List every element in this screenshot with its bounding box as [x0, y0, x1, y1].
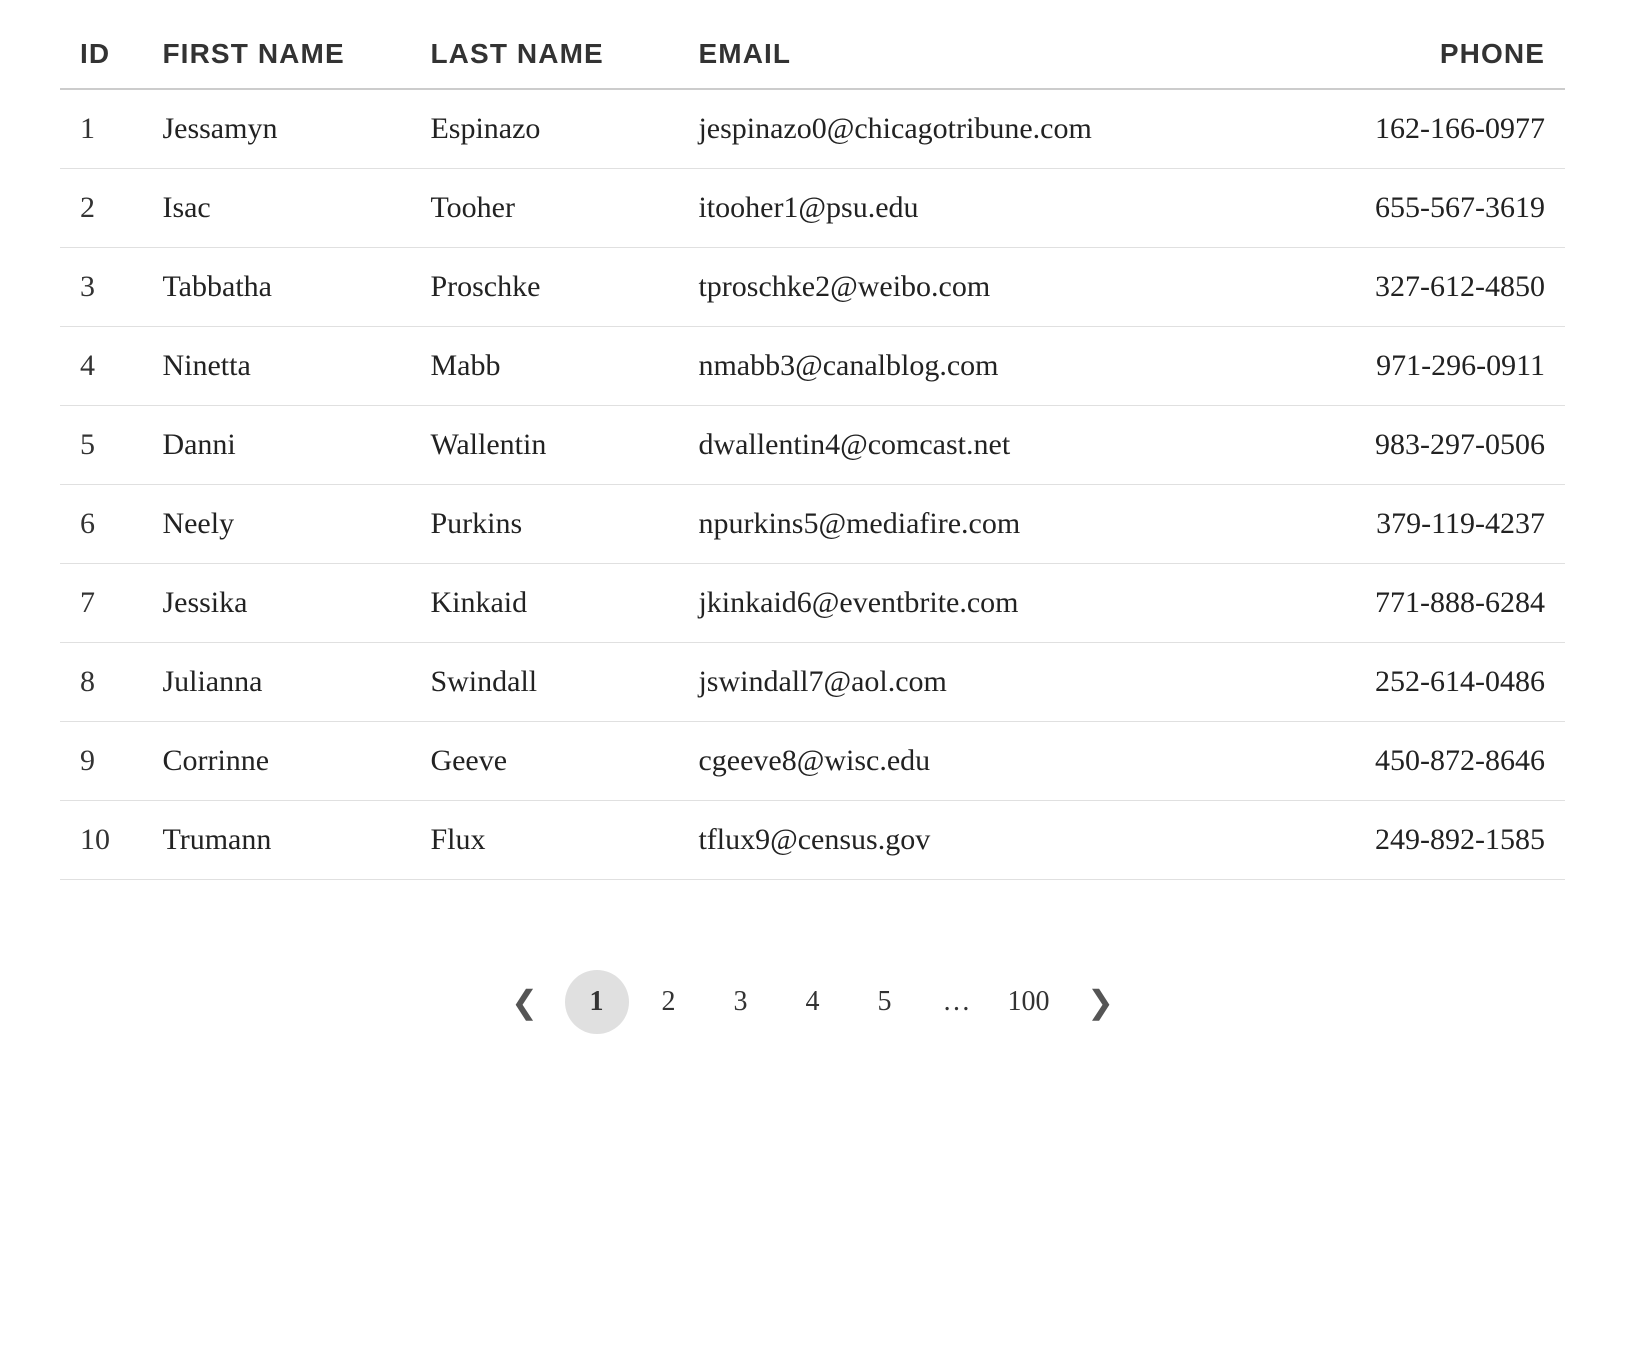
table-row: 10TrumannFluxtflux9@census.gov249-892-15…	[60, 801, 1565, 880]
table-row: 9CorrinneGeevecgeeve8@wisc.edu450-872-86…	[60, 722, 1565, 801]
table-row: 6NeelyPurkinsnpurkins5@mediafire.com379-…	[60, 485, 1565, 564]
cell-email: cgeeve8@wisc.edu	[678, 722, 1296, 801]
cell-email: tflux9@census.gov	[678, 801, 1296, 880]
col-header-firstname: FIRST NAME	[142, 20, 410, 89]
cell-lastname: Espinazo	[410, 89, 678, 169]
cell-email: dwallentin4@comcast.net	[678, 406, 1296, 485]
cell-lastname: Wallentin	[410, 406, 678, 485]
cell-phone: 162-166-0977	[1297, 89, 1565, 169]
table-row: 7JessikaKinkaidjkinkaid6@eventbrite.com7…	[60, 564, 1565, 643]
page-100-button[interactable]: 100	[997, 970, 1061, 1034]
table-row: 1JessamynEspinazojespinazo0@chicagotribu…	[60, 89, 1565, 169]
table-row: 8JuliannaSwindalljswindall7@aol.com252-6…	[60, 643, 1565, 722]
col-header-lastname: LAST NAME	[410, 20, 678, 89]
page-3-button[interactable]: 3	[709, 970, 773, 1034]
cell-firstname: Jessika	[142, 564, 410, 643]
cell-email: nmabb3@canalblog.com	[678, 327, 1296, 406]
pagination-ellipsis: …	[925, 970, 989, 1034]
cell-firstname: Trumann	[142, 801, 410, 880]
col-header-phone: PHONE	[1297, 20, 1565, 89]
page-1-button[interactable]: 1	[565, 970, 629, 1034]
cell-phone: 983-297-0506	[1297, 406, 1565, 485]
cell-id: 3	[60, 248, 142, 327]
cell-lastname: Swindall	[410, 643, 678, 722]
cell-email: itooher1@psu.edu	[678, 169, 1296, 248]
page-2-button[interactable]: 2	[637, 970, 701, 1034]
cell-firstname: Neely	[142, 485, 410, 564]
cell-phone: 771-888-6284	[1297, 564, 1565, 643]
cell-firstname: Julianna	[142, 643, 410, 722]
cell-lastname: Mabb	[410, 327, 678, 406]
cell-lastname: Kinkaid	[410, 564, 678, 643]
cell-lastname: Tooher	[410, 169, 678, 248]
cell-id: 4	[60, 327, 142, 406]
cell-lastname: Proschke	[410, 248, 678, 327]
cell-id: 5	[60, 406, 142, 485]
cell-phone: 252-614-0486	[1297, 643, 1565, 722]
cell-lastname: Flux	[410, 801, 678, 880]
cell-phone: 379-119-4237	[1297, 485, 1565, 564]
cell-firstname: Danni	[142, 406, 410, 485]
cell-phone: 971-296-0911	[1297, 327, 1565, 406]
cell-lastname: Geeve	[410, 722, 678, 801]
cell-id: 9	[60, 722, 142, 801]
col-header-email: EMAIL	[678, 20, 1296, 89]
cell-email: npurkins5@mediafire.com	[678, 485, 1296, 564]
cell-email: tproschke2@weibo.com	[678, 248, 1296, 327]
next-page-button[interactable]: ❯	[1069, 970, 1133, 1034]
cell-email: jespinazo0@chicagotribune.com	[678, 89, 1296, 169]
table-row: 2IsacTooheritooher1@psu.edu655-567-3619	[60, 169, 1565, 248]
prev-page-button[interactable]: ❮	[493, 970, 557, 1034]
cell-phone: 655-567-3619	[1297, 169, 1565, 248]
cell-email: jkinkaid6@eventbrite.com	[678, 564, 1296, 643]
cell-id: 1	[60, 89, 142, 169]
table-container: ID FIRST NAME LAST NAME EMAIL PHONE 1Jes…	[0, 0, 1625, 920]
cell-lastname: Purkins	[410, 485, 678, 564]
cell-id: 6	[60, 485, 142, 564]
table-row: 5DanniWallentindwallentin4@comcast.net98…	[60, 406, 1565, 485]
cell-firstname: Isac	[142, 169, 410, 248]
table-row: 3TabbathaProschketproschke2@weibo.com327…	[60, 248, 1565, 327]
pagination: ❮ 1 2 3 4 5 … 100 ❯	[0, 920, 1625, 1074]
cell-firstname: Ninetta	[142, 327, 410, 406]
table-row: 4NinettaMabbnmabb3@canalblog.com971-296-…	[60, 327, 1565, 406]
cell-firstname: Tabbatha	[142, 248, 410, 327]
cell-email: jswindall7@aol.com	[678, 643, 1296, 722]
cell-phone: 249-892-1585	[1297, 801, 1565, 880]
cell-id: 2	[60, 169, 142, 248]
data-table: ID FIRST NAME LAST NAME EMAIL PHONE 1Jes…	[60, 20, 1565, 880]
page-5-button[interactable]: 5	[853, 970, 917, 1034]
table-header-row: ID FIRST NAME LAST NAME EMAIL PHONE	[60, 20, 1565, 89]
cell-id: 7	[60, 564, 142, 643]
cell-id: 8	[60, 643, 142, 722]
cell-phone: 327-612-4850	[1297, 248, 1565, 327]
cell-firstname: Jessamyn	[142, 89, 410, 169]
cell-firstname: Corrinne	[142, 722, 410, 801]
cell-phone: 450-872-8646	[1297, 722, 1565, 801]
page-4-button[interactable]: 4	[781, 970, 845, 1034]
col-header-id: ID	[60, 20, 142, 89]
cell-id: 10	[60, 801, 142, 880]
